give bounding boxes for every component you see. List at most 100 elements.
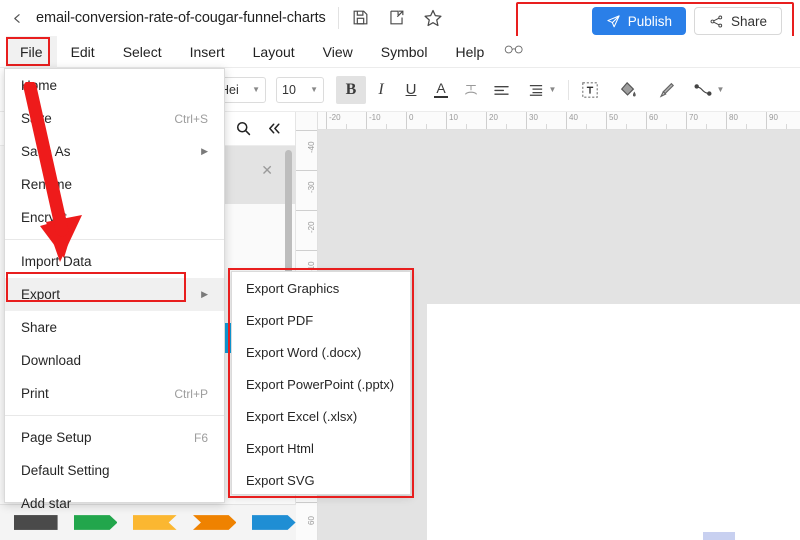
menu-shortcut: F6	[193, 430, 208, 445]
menu-label: Page Setup	[21, 430, 92, 445]
export-submenu-item-powerpoint[interactable]: Export PowerPoint (.pptx)	[232, 368, 410, 400]
file-menu-item-default-setting[interactable]: Default Setting	[5, 454, 224, 487]
down-arrow-shape[interactable]	[678, 532, 760, 540]
horizontal-ruler: -20 -10 0 10 20 30 40 50 60 70 80 90	[296, 112, 800, 130]
app-window: email-conversion-rate-of-cougar-funnel-c…	[0, 0, 800, 540]
publish-button[interactable]: Publish	[591, 7, 686, 35]
brush-button[interactable]	[651, 76, 681, 104]
search-icon[interactable]	[235, 120, 252, 137]
connector-button[interactable]: ▼	[689, 76, 729, 104]
ruler-tick: -40	[296, 130, 317, 153]
ruler-tick: 90	[766, 112, 778, 129]
ruler-tick: 0	[406, 112, 413, 129]
share-button[interactable]: Share	[693, 7, 782, 35]
file-menu-item-home[interactable]: Home	[5, 69, 224, 102]
file-menu-item-download[interactable]: Download	[5, 344, 224, 377]
file-menu-item-encrypt[interactable]: Encrypt	[5, 201, 224, 234]
chevron-down-icon: ▼	[252, 85, 260, 94]
toolbar-divider	[568, 79, 569, 100]
document-title[interactable]: email-conversion-rate-of-cougar-funnel-c…	[34, 10, 326, 26]
menu-separator	[5, 415, 224, 416]
export-submenu-item-graphics[interactable]: Export Graphics	[232, 272, 410, 304]
file-dropdown-menu: Home Save Ctrl+S Save As ▶ Rename Encryp…	[4, 68, 225, 511]
text-box-button[interactable]	[575, 76, 605, 104]
publish-button-label: Publish	[627, 13, 672, 29]
export-submenu-item-html[interactable]: Export Html	[232, 432, 410, 464]
title-icon-group	[351, 8, 443, 28]
ruler-tick: -30	[296, 170, 317, 193]
menu-label: Save	[21, 111, 52, 126]
ruler-tick: 60	[646, 112, 658, 129]
menu-label: Import Data	[21, 254, 92, 269]
bold-button[interactable]: B	[336, 75, 366, 104]
export-submenu-item-svg[interactable]: Export SVG	[232, 464, 410, 496]
menu-shortcut: Ctrl+P	[174, 386, 208, 401]
font-size-select[interactable]: 10 ▼	[276, 76, 324, 103]
file-menu-item-export[interactable]: Export ▶	[5, 278, 224, 311]
curved-text-button[interactable]	[456, 76, 486, 104]
ruler-tick: 80	[726, 112, 738, 129]
file-menu-item-save[interactable]: Save Ctrl+S	[5, 102, 224, 135]
menu-item-select[interactable]: Select	[109, 36, 176, 68]
title-bar: email-conversion-rate-of-cougar-funnel-c…	[0, 0, 800, 36]
ruler-tick: -10	[366, 112, 381, 129]
menu-label: Print	[21, 386, 49, 401]
export-share-icon[interactable]	[387, 8, 407, 28]
file-menu-item-share[interactable]: Share	[5, 311, 224, 344]
chevron-down-icon: ▼	[548, 85, 557, 94]
canvas-page[interactable]	[427, 304, 800, 540]
ruler-tick: 10	[446, 112, 458, 129]
close-icon[interactable]: ✕	[261, 162, 273, 179]
ruler-tick: -20	[296, 210, 317, 233]
align-button[interactable]	[486, 76, 516, 104]
menu-item-layout[interactable]: Layout	[239, 36, 309, 68]
chevron-down-icon: ▼	[716, 85, 725, 94]
submenu-arrow-icon: ▶	[201, 289, 208, 299]
file-menu-item-rename[interactable]: Rename	[5, 168, 224, 201]
menu-item-edit[interactable]: Edit	[57, 36, 109, 68]
save-icon[interactable]	[351, 8, 371, 28]
export-submenu-item-excel[interactable]: Export Excel (.xlsx)	[232, 400, 410, 432]
submenu-arrow-icon: ▶	[201, 146, 208, 156]
star-icon[interactable]	[423, 8, 443, 28]
menu-label: Encrypt	[21, 210, 67, 225]
menu-item-symbol[interactable]: Symbol	[367, 36, 442, 68]
export-submenu-item-word[interactable]: Export Word (.docx)	[232, 336, 410, 368]
export-submenu-item-pdf[interactable]: Export PDF	[232, 304, 410, 336]
menu-bar: File Edit Select Insert Layout View Symb…	[0, 35, 800, 68]
share-nodes-icon	[709, 14, 724, 29]
menu-label: Download	[21, 353, 82, 368]
ruler-tick-label: -30	[307, 181, 316, 193]
menu-label: Add star	[21, 496, 72, 511]
ruler-tick-label: 60	[307, 516, 316, 525]
ruler-tick: -10	[296, 250, 317, 273]
menu-label: Save As	[21, 144, 71, 159]
underline-button[interactable]: U	[396, 76, 426, 104]
menu-item-help[interactable]: Help	[441, 36, 498, 68]
line-spacing-button[interactable]: ▼	[522, 76, 562, 104]
font-color-button[interactable]: A	[426, 76, 456, 104]
menu-item-view[interactable]: View	[309, 36, 367, 68]
file-menu-item-add-star[interactable]: Add star	[5, 487, 224, 520]
menu-label: Rename	[21, 177, 73, 192]
file-menu-item-print[interactable]: Print Ctrl+P	[5, 377, 224, 410]
menu-label: Home	[21, 78, 58, 93]
fill-color-button[interactable]	[613, 76, 643, 104]
chevron-down-icon: ▼	[310, 85, 318, 94]
italic-button[interactable]: I	[366, 76, 396, 104]
back-chevron-icon[interactable]	[0, 0, 34, 36]
menu-item-insert[interactable]: Insert	[176, 36, 239, 68]
funnel-shape-blue[interactable]	[252, 515, 296, 530]
file-menu-item-page-setup[interactable]: Page Setup F6	[5, 421, 224, 454]
file-menu-item-save-as[interactable]: Save As ▶	[5, 135, 224, 168]
menu-item-file[interactable]: File	[6, 35, 57, 68]
ruler-tick: 60	[296, 502, 317, 525]
ruler-tick-label: -20	[307, 221, 316, 233]
ruler-tick: 70	[686, 112, 698, 129]
ruler-tick: 20	[486, 112, 498, 129]
glasses-icon[interactable]	[504, 43, 524, 61]
export-submenu: Export Graphics Export PDF Export Word (…	[231, 271, 411, 495]
ruler-tick: 40	[566, 112, 578, 129]
file-menu-item-import-data[interactable]: Import Data	[5, 245, 224, 278]
double-chevron-left-icon[interactable]	[266, 120, 283, 137]
